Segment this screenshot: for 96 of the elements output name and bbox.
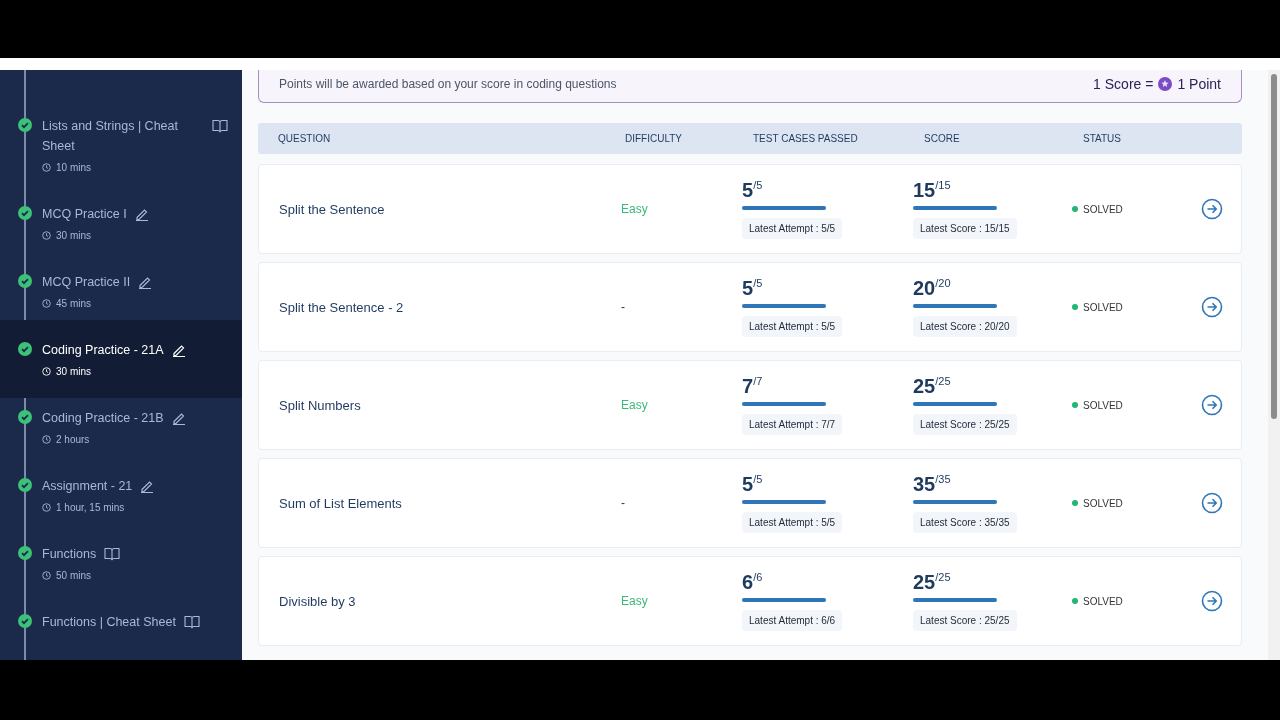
sidebar-item[interactable]: Lists and Strings | Cheat Sheet 10 mins <box>0 106 242 194</box>
difficulty-label: Easy <box>621 594 649 608</box>
status-text: SOLVED <box>1083 595 1123 607</box>
item-duration: 2 hours <box>56 434 90 445</box>
clock-icon <box>42 299 51 308</box>
arrow-right-icon <box>1201 590 1223 612</box>
open-question-button[interactable] <box>1201 590 1223 612</box>
item-duration: 30 mins <box>56 230 91 241</box>
item-title: MCQ Practice II <box>42 274 131 291</box>
latest-attempt: Latest Attempt : 7/7 <box>742 414 843 435</box>
rate-text: 1 Point <box>1177 76 1221 92</box>
latest-score: Latest Score : 20/20 <box>913 316 1017 337</box>
question-title: Split the Sentence - 2 <box>279 299 405 315</box>
item-title: Lists and Strings | Cheat Sheet <box>42 118 179 155</box>
clock-icon <box>42 435 51 444</box>
status-dot <box>1072 402 1078 408</box>
item-title: Coding Practice - 21A <box>42 342 164 359</box>
status-text: SOLVED <box>1083 301 1123 313</box>
check-icon <box>18 478 32 492</box>
clock-icon <box>42 571 51 580</box>
item-title: Functions <box>42 546 97 563</box>
clock-icon <box>42 367 51 376</box>
item-duration: 45 mins <box>56 298 91 309</box>
sidebar-item[interactable]: MCQ Practice II 45 mins <box>0 262 242 320</box>
item-title: Assignment - 21 <box>42 478 133 495</box>
latest-attempt: Latest Attempt : 5/5 <box>742 316 843 337</box>
clock-icon <box>42 503 51 512</box>
scrollbar[interactable] <box>1268 70 1280 660</box>
item-duration: 50 mins <box>56 570 91 581</box>
pencil-icon <box>134 207 149 221</box>
book-icon <box>183 615 200 629</box>
difficulty-label: - <box>621 496 626 510</box>
latest-attempt: Latest Attempt : 5/5 <box>742 218 843 239</box>
pencil-icon <box>138 275 153 289</box>
latest-score: Latest Score : 15/15 <box>913 218 1017 239</box>
open-question-button[interactable] <box>1201 198 1223 220</box>
check-icon <box>18 118 32 132</box>
notice-text: Points will be awarded based on your score in coding questions <box>279 77 617 91</box>
item-duration: 1 hour, 15 mins <box>56 502 125 513</box>
star-coin-icon <box>1158 77 1173 91</box>
status-text: SOLVED <box>1083 203 1123 215</box>
status-dot <box>1072 206 1078 212</box>
latest-score: Latest Score : 25/25 <box>913 414 1017 435</box>
item-duration: 10 mins <box>56 162 91 173</box>
arrow-right-icon <box>1201 394 1223 416</box>
column-header: DIFFICULTY <box>625 133 684 144</box>
status-text: SOLVED <box>1083 497 1123 509</box>
latest-attempt: Latest Attempt : 5/5 <box>742 512 843 533</box>
item-duration: 30 mins <box>56 366 91 377</box>
sidebar-item[interactable]: Functions | Cheat Sheet <box>0 602 242 653</box>
column-header: TEST CASES PASSED <box>753 133 859 144</box>
difficulty-label: Easy <box>621 202 649 216</box>
clock-icon <box>42 231 51 240</box>
latest-score: Latest Score : 35/35 <box>913 512 1017 533</box>
pencil-icon <box>171 411 186 425</box>
latest-attempt: Latest Attempt : 6/6 <box>742 610 843 631</box>
question-title: Sum of List Elements <box>279 495 403 511</box>
column-header: QUESTION <box>278 133 332 144</box>
check-icon <box>18 546 32 560</box>
sidebar-item[interactable]: Assignment - 21 1 hour, 15 mins <box>0 466 242 534</box>
sidebar-item[interactable]: Functions 50 mins <box>0 534 242 602</box>
check-icon <box>18 342 32 356</box>
column-header: STATUS <box>1083 133 1122 144</box>
sidebar-item[interactable]: MCQ Practice I 30 mins <box>0 194 242 262</box>
item-title: Functions | Cheat Sheet <box>42 614 176 631</box>
difficulty-label: - <box>621 300 626 314</box>
latest-score: Latest Score : 25/25 <box>913 610 1017 631</box>
status-dot <box>1072 598 1078 604</box>
check-icon <box>18 206 32 220</box>
arrow-right-icon <box>1201 198 1223 220</box>
check-icon <box>18 410 32 424</box>
difficulty-label: Easy <box>621 398 649 412</box>
question-title: Divisible by 3 <box>279 593 357 609</box>
question-title: Split Numbers <box>279 397 362 413</box>
check-icon <box>18 274 32 288</box>
rate-text: 1 Score = <box>1093 76 1154 92</box>
status-dot <box>1072 500 1078 506</box>
open-question-button[interactable] <box>1201 492 1223 514</box>
column-header: SCORE <box>924 133 961 144</box>
pencil-icon <box>140 479 155 493</box>
item-title: Coding Practice - 21B <box>42 410 164 427</box>
open-question-button[interactable] <box>1201 394 1223 416</box>
pencil-icon <box>171 343 186 357</box>
arrow-right-icon <box>1201 492 1223 514</box>
arrow-right-icon <box>1201 296 1223 318</box>
book-icon <box>212 119 228 133</box>
check-icon <box>18 614 32 628</box>
question-title: Split the Sentence <box>279 201 386 217</box>
sidebar-item[interactable]: Coding Practice - 21B 2 hours <box>0 398 242 466</box>
book-icon <box>104 547 121 561</box>
status-dot <box>1072 304 1078 310</box>
clock-icon <box>42 163 51 172</box>
sidebar-item[interactable]: Coding Practice - 21A 30 mins <box>0 320 242 398</box>
item-title: MCQ Practice I <box>42 206 127 223</box>
open-question-button[interactable] <box>1201 296 1223 318</box>
status-text: SOLVED <box>1083 399 1123 411</box>
